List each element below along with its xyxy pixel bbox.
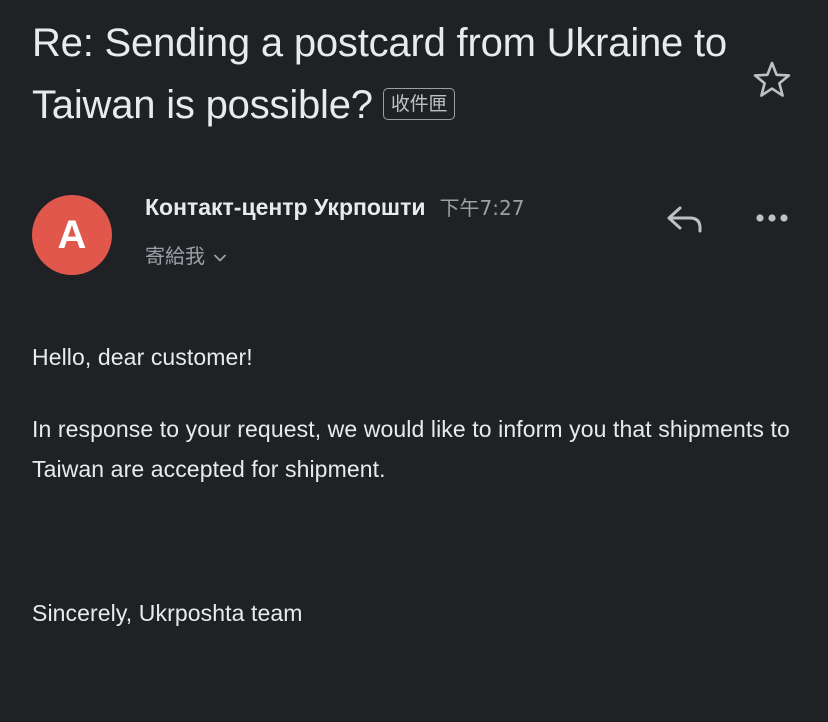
email-greeting: Hello, dear customer!	[32, 344, 253, 370]
recipient-details-toggle[interactable]: 寄給我	[145, 240, 227, 269]
more-options-button[interactable]	[748, 196, 796, 240]
email-subject: Re: Sending a postcard from Ukraine to T…	[32, 12, 732, 136]
sender-row: Контакт-центр Укрпошти 下午7:27	[145, 192, 524, 221]
subject-text: Re: Sending a postcard from Ukraine to T…	[32, 21, 727, 127]
star-icon	[753, 61, 791, 97]
message-time: 下午7:27	[439, 196, 525, 220]
recipient-label: 寄給我	[145, 244, 205, 268]
sender-name[interactable]: Контакт-центр Укрпошти	[145, 194, 426, 220]
email-signature: Sincerely, Ukrposhta team	[32, 600, 303, 626]
reply-button[interactable]	[660, 196, 708, 240]
chevron-down-icon	[214, 254, 226, 261]
reply-icon	[667, 206, 702, 233]
email-body-paragraph: In response to your request, we would li…	[32, 416, 790, 482]
avatar[interactable]: A	[32, 195, 112, 275]
inbox-label-chip[interactable]: 收件匣	[382, 88, 456, 121]
star-button[interactable]	[750, 58, 794, 102]
more-icon	[756, 214, 788, 222]
